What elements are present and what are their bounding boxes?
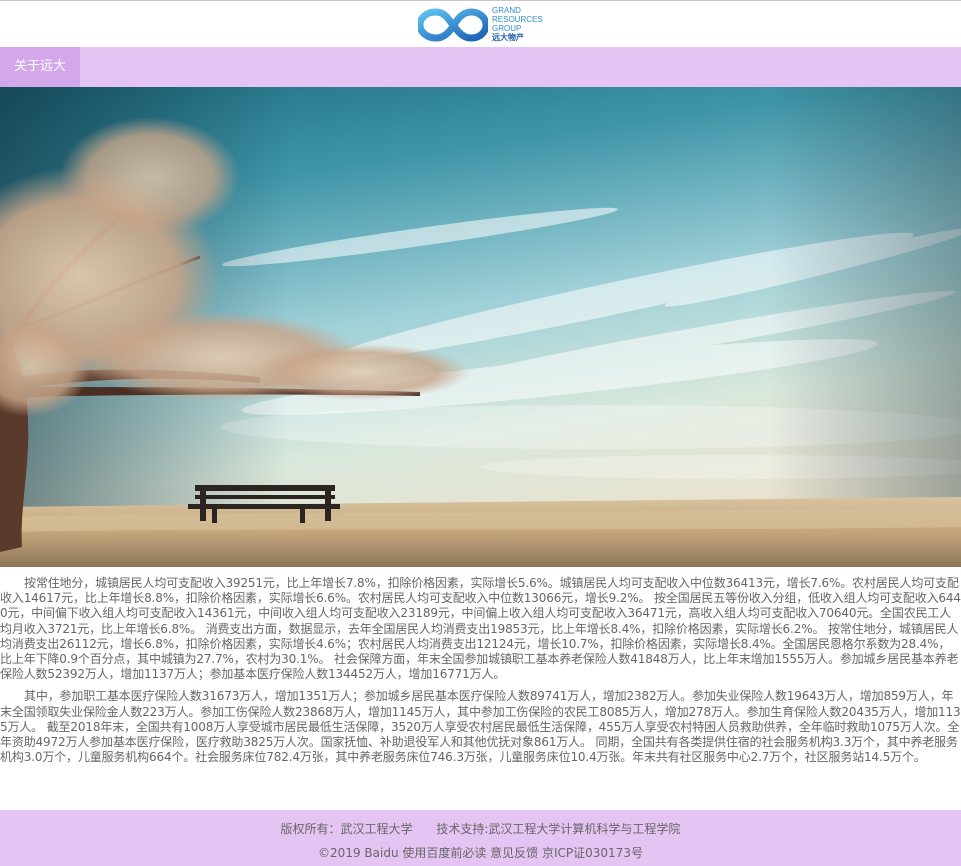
infinity-logo-icon: [418, 8, 488, 42]
company-logo[interactable]: GRAND RESOURCES GROUP 远大物产: [418, 3, 543, 45]
logo-line-chinese: 远大物产: [492, 33, 524, 42]
footer: 版权所有：武汉工程大学 技术支持:武汉工程大学计算机科学与工程学院 ©2019 …: [0, 810, 961, 866]
logo-line-grand: GRAND: [492, 6, 521, 15]
nav-item-about[interactable]: 关于远大: [0, 47, 80, 87]
header: GRAND RESOURCES GROUP 远大物产: [0, 1, 961, 47]
footer-baidu: ©2019 Baidu 使用百度前必读 意见反馈 京ICP证030173号: [318, 846, 643, 860]
logo-text: GRAND RESOURCES GROUP 远大物产: [492, 6, 543, 42]
logo-line-group: GROUP: [492, 24, 522, 33]
nav-bar: 关于远大: [0, 47, 961, 87]
footer-copyright: 版权所有：武汉工程大学: [280, 822, 413, 836]
footer-credits: 版权所有：武汉工程大学 技术支持:武汉工程大学计算机科学与工程学院: [0, 820, 961, 837]
article-content: 按常住地分，城镇居民人均可支配收入39251元，比上年增长7.8%，扣除价格因素…: [0, 576, 961, 772]
landscape-image: [0, 87, 961, 567]
article-paragraph-1: 按常住地分，城镇居民人均可支配收入39251元，比上年增长7.8%，扣除价格因素…: [0, 576, 961, 682]
article-paragraph-2: 其中，参加职工基本医疗保险人数31673万人，增加1351万人；参加城乡居民基本…: [0, 689, 961, 765]
footer-support: 技术支持:武汉工程大学计算机科学与工程学院: [436, 822, 681, 836]
logo-line-resources: RESOURCES: [492, 15, 543, 24]
hero-image: [0, 87, 961, 567]
